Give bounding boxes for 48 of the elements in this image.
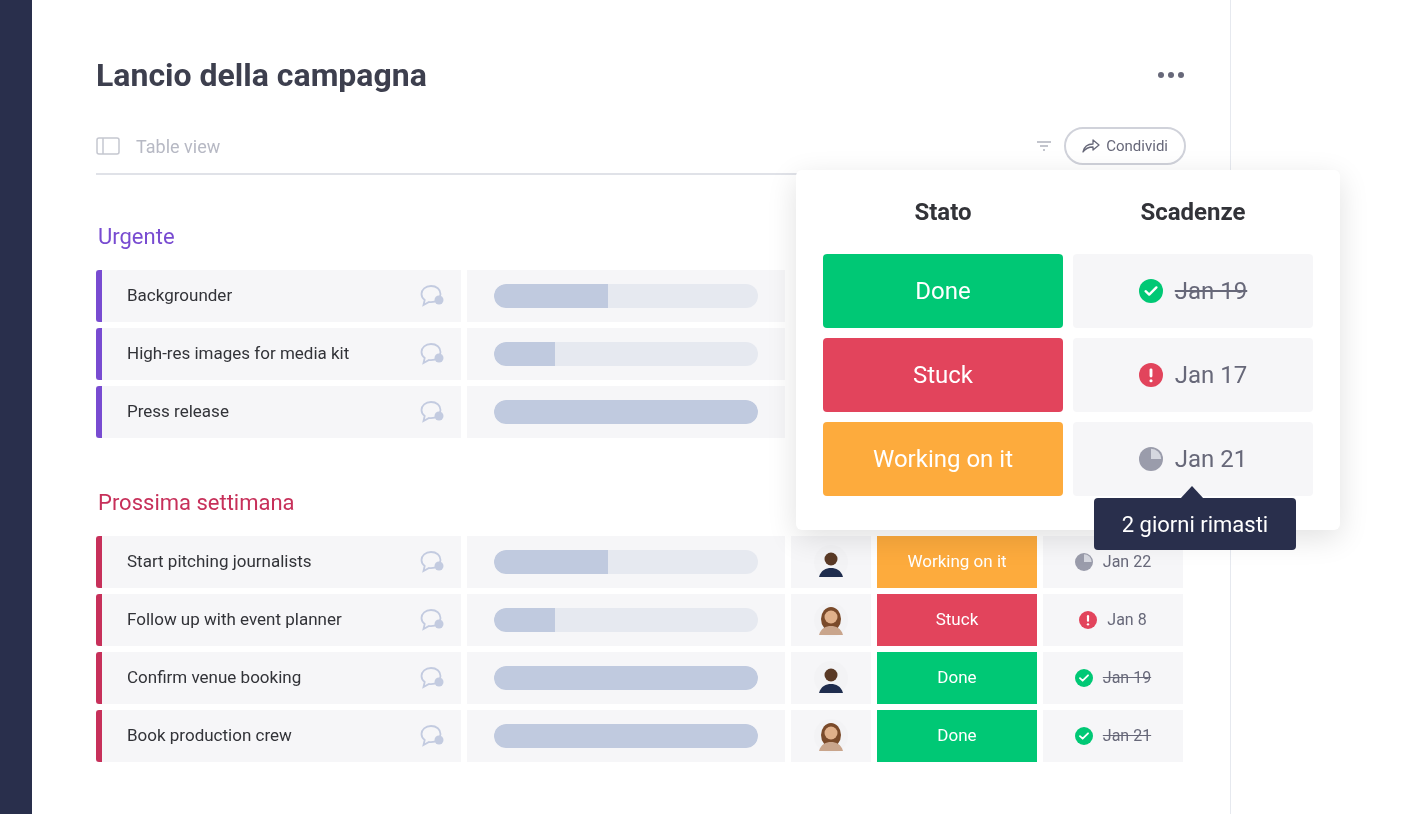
group-title: Prossima settimana (98, 489, 295, 516)
due-date: Jan 8 (1107, 609, 1147, 631)
pie-icon (1138, 447, 1163, 471)
status-label[interactable]: Stuck (823, 338, 1063, 412)
comment-icon[interactable] (419, 666, 445, 690)
status-cell[interactable]: Stuck (877, 594, 1037, 646)
pie-icon (1074, 553, 1093, 571)
due-date: Jan 21 (1102, 725, 1152, 747)
group-title: Urgente (98, 223, 175, 250)
column-header: Stato (913, 197, 973, 228)
task-name: Book production crew (127, 724, 293, 748)
task-name: Confirm venue booking (127, 666, 303, 690)
task-name-cell[interactable]: Follow up with event planner (96, 594, 461, 646)
board-title: Lancio della campagna (96, 55, 427, 96)
comment-icon[interactable] (419, 284, 445, 308)
tooltip-text: 2 giorni rimasti (1121, 510, 1269, 539)
column-header: Scadenze (1139, 197, 1247, 228)
comment-icon[interactable] (419, 550, 445, 574)
table-view-icon[interactable] (96, 137, 120, 155)
task-name: Start pitching journalists (127, 550, 313, 574)
alert-icon (1138, 363, 1163, 387)
comment-icon[interactable] (419, 608, 445, 632)
more-icon[interactable] (1158, 72, 1184, 78)
due-date: Jan 19 (1102, 667, 1152, 689)
task-name-cell[interactable]: Book production crew (96, 710, 461, 762)
comment-icon[interactable] (419, 724, 445, 748)
task-name-cell[interactable]: Start pitching journalists (96, 536, 461, 588)
filter-icon[interactable] (1036, 140, 1053, 152)
task-name: High-res images for media kit (127, 342, 351, 366)
due-date: Jan 19 (1174, 276, 1248, 307)
task-name-cell[interactable]: Confirm venue booking (96, 652, 461, 704)
due-date: Jan 21 (1174, 444, 1248, 475)
task-name-cell[interactable]: Backgrounder (96, 270, 461, 322)
share-button[interactable]: Condividi (1064, 127, 1186, 165)
due-date: Jan 22 (1102, 551, 1152, 573)
comment-icon[interactable] (419, 400, 445, 424)
share-icon (1082, 139, 1101, 153)
check-icon (1138, 279, 1163, 303)
check-icon (1074, 669, 1093, 687)
due-date: Jan 17 (1174, 360, 1248, 391)
task-name-cell[interactable]: High-res images for media kit (96, 328, 461, 380)
alert-icon (1079, 611, 1098, 629)
task-name: Follow up with event planner (127, 608, 343, 632)
task-name: Backgrounder (127, 284, 234, 308)
check-icon (1074, 727, 1093, 745)
comment-icon[interactable] (419, 342, 445, 366)
task-name-cell[interactable]: Press release (96, 386, 461, 438)
task-name: Press release (127, 400, 230, 424)
